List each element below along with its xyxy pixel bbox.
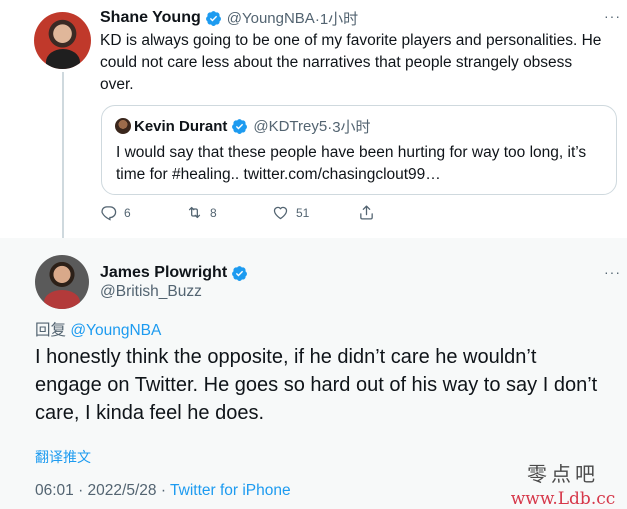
quoted-tweet[interactable]: Kevin Durant @KDTrey5 ·3小时 I would say t… xyxy=(101,105,617,195)
avatar-shane-young[interactable] xyxy=(34,12,91,69)
quoted-author-name: Kevin Durant xyxy=(134,117,228,135)
reply-tweet-text: I honestly think the opposite, if he did… xyxy=(35,346,598,424)
translate-tweet-link[interactable]: 翻译推文 xyxy=(35,447,91,467)
author-name[interactable]: Shane Young xyxy=(100,9,201,27)
quoted-tweet-header: Kevin Durant @KDTrey5 ·3小时 xyxy=(134,116,371,136)
retweet-icon xyxy=(188,206,201,219)
tweet-time[interactable]: ·1小时 xyxy=(315,8,358,29)
retweet-count: 8 xyxy=(210,205,217,220)
reply-to-handle-link[interactable]: @YoungNBA xyxy=(70,322,161,339)
reply-tweet-header: James Plowright xyxy=(100,262,248,284)
tweet-text: KD is always going to be one of my favor… xyxy=(100,32,602,93)
author-handle[interactable]: @YoungNBA xyxy=(227,10,315,27)
avatar-james-plowright[interactable] xyxy=(35,255,89,309)
verified-badge-icon xyxy=(205,10,221,26)
replying-to: 回复 @YoungNBA xyxy=(35,318,161,340)
like-button[interactable]: 51 xyxy=(272,204,358,221)
reply-author-name[interactable]: James Plowright xyxy=(100,264,227,282)
watermark-url: www.Ldb.cc xyxy=(510,489,616,509)
tweet-metadata: 06:01 · 2022/5/28 · Twitter for iPhone xyxy=(35,482,291,500)
retweet-button[interactable]: 8 xyxy=(186,204,272,221)
like-count: 51 xyxy=(296,205,310,220)
tweet-timestamp[interactable]: 06:01 · 2022/5/28 · xyxy=(35,482,170,499)
more-options-icon[interactable]: ··· xyxy=(604,8,621,24)
more-options-icon[interactable]: ··· xyxy=(604,264,621,280)
tweet-header: Shane Young @YoungNBA ·1小时 xyxy=(100,7,358,29)
site-watermark: 零点吧 www.Ldb.cc xyxy=(505,458,621,509)
reply-icon xyxy=(101,206,117,221)
share-button[interactable] xyxy=(358,204,375,221)
verified-badge-icon xyxy=(232,265,248,281)
reply-button[interactable]: 6 xyxy=(100,204,186,221)
original-tweet[interactable]: Shane Young @YoungNBA ·1小时 ··· KD is alw… xyxy=(0,0,627,238)
quoted-author-handle: @KDTrey5 xyxy=(253,117,328,135)
reply-count: 6 xyxy=(124,205,131,220)
heart-icon xyxy=(273,206,288,220)
avatar-kevin-durant xyxy=(115,118,131,134)
quoted-tweet-text: I would say that these people have been … xyxy=(116,144,587,183)
reply-author-handle[interactable]: @British_Buzz xyxy=(100,283,202,301)
tweet-actions: 6 8 51 xyxy=(100,204,375,221)
verified-badge-icon xyxy=(232,118,248,134)
watermark-title: 零点吧 xyxy=(527,462,599,486)
tweet-source-link[interactable]: Twitter for iPhone xyxy=(170,482,291,499)
share-icon xyxy=(360,205,373,220)
quoted-tweet-time: ·3小时 xyxy=(327,118,371,136)
reply-prefix: 回复 xyxy=(35,322,71,339)
